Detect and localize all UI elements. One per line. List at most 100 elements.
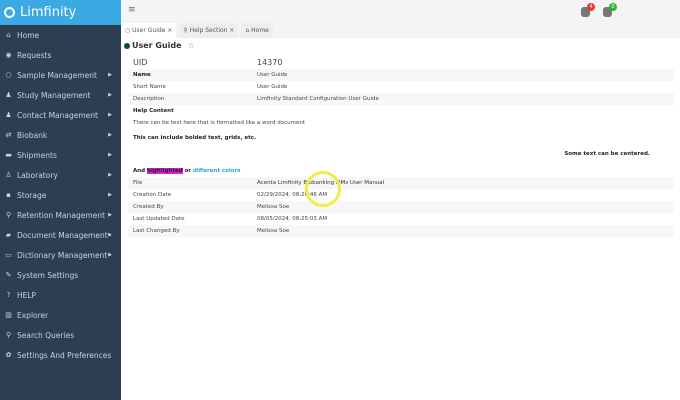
tab-label: Home [251,27,269,34]
field-value: Melissa Soe [257,204,290,210]
sidebar-item[interactable]: ⚲ Search Queries [0,325,121,345]
chevron-right-icon: ▶ [108,212,112,218]
field-value: Melissa Soe [257,228,290,234]
alerts-badge: 4 [587,3,595,11]
close-icon[interactable]: × [165,27,172,34]
field-value: User Guide [257,72,288,78]
search-icon: ⚲ [5,331,12,339]
tab-bar: ○ User Guide × ⚲ Help Section × ⌂ Home [121,23,680,38]
chevron-right-icon: ▶ [108,72,112,78]
requests-icon: ◉ [5,51,12,59]
dictionary-icon: ▭ [5,251,12,259]
alerts-icon[interactable]: 4 [581,3,595,17]
logo-ring-icon [4,7,15,18]
page-title: User Guide ☆ [124,41,195,50]
study-icon: ♟ [5,91,12,99]
folder-icon: ▰ [5,231,12,239]
text-and: And [133,168,146,174]
circle-icon: ○ [125,27,133,34]
chevron-right-icon: ▶ [108,232,112,238]
sidebar-item[interactable]: ▬ Shipments ▶ [0,145,121,165]
star-icon[interactable]: ☆ [188,41,195,50]
truck-icon: ▬ [5,151,12,159]
field-row: Created By Melissa Soe [128,201,674,213]
sidebar-item-label: Requests [17,50,52,60]
help-text-line: There can be text here that is formatted… [133,120,306,126]
sidebar-item[interactable]: ▪ Storage ▶ [0,185,121,205]
hamburger-menu-icon[interactable]: ≡ [128,5,136,15]
field-row: Name User Guide [128,69,674,81]
help-content-label: Help Content [133,108,174,114]
sidebar-item-label: Storage [17,190,47,200]
field-label: Description [133,96,165,102]
chevron-right-icon: ▶ [108,112,112,118]
field-label: Created By [133,204,164,210]
circle-icon: ○ [5,71,12,79]
chevron-right-icon: ▶ [108,192,112,198]
sidebar-item[interactable]: ♟ Study Management ▶ [0,85,121,105]
sidebar-item[interactable]: ✿ Settings And Preferences [0,345,121,365]
sidebar-item[interactable]: ▥ Explorer [0,305,121,325]
sidebar-item-label: Explorer [17,310,49,320]
sidebar-item[interactable]: ✎ System Settings [0,265,121,285]
sidebar-item-label: Shipments [17,150,57,160]
chevron-right-icon: ▶ [108,252,112,258]
sidebar-item-label: Study Management [17,90,91,100]
tab-help-section[interactable]: ⚲ Help Section × [179,23,239,38]
sidebar-item[interactable]: ♙ Laboratory ▶ [0,165,121,185]
text-highlighted: highlighted [147,168,183,174]
field-label: Short Name [133,84,166,90]
close-icon[interactable]: × [228,27,234,34]
sidebar-item-label: Home [17,30,40,40]
sidebar-item-label: Document Management [17,230,108,240]
sidebar-item-label: Laboratory [17,170,58,180]
sidebar-item[interactable]: ⚲ Retention Management ▶ [0,205,121,225]
sidebar-item[interactable]: ⌂ Home [0,25,121,45]
tab-user-guide[interactable]: ○ User Guide × [121,23,177,38]
status-dot-icon [124,42,130,49]
page-title-text: User Guide [132,41,182,50]
text-colored: different colors [192,168,241,174]
storage-icon: ▪ [6,191,11,199]
field-row: Creation Date 02/29/2024, 08:20:46 AM [128,189,674,201]
sidebar-item[interactable]: ▰ Document Management ▶ [0,225,121,245]
sidebar-item[interactable]: ▭ Dictionary Management ▶ [0,245,121,265]
detail-panel: UID 14370 Name User Guide Short Name User Gu… [128,56,674,237]
text-or: or [184,168,192,174]
field-row: Description Limfinity Standard Configurat… [128,93,674,105]
field-value: 14370 [257,58,283,67]
sidebar-item-label: Search Queries [17,330,75,340]
tab-home[interactable]: ⌂ Home [241,23,273,38]
home-icon: ⌂ [6,31,11,39]
sidebar-item-label: Biobank [17,130,48,140]
sidebar-item[interactable]: ◉ Requests [0,45,121,65]
sidebar: Limfinity ⌂ Home ◉ Requests ○ Sample Manageme… [0,0,121,400]
field-value: User Guide [257,84,288,90]
field-label: UID [133,58,148,67]
biobank-icon: ⇄ [5,131,12,139]
field-label: Creation Date [133,192,172,198]
field-row: Last Updated Date 08/05/2024, 08:25:03 AM [128,213,674,225]
tasks-icon[interactable]: 0 [603,3,617,17]
sidebar-item-label: Settings And Preferences [17,350,112,360]
gear-icon: ✿ [5,351,12,359]
tab-label: User Guide [132,27,166,34]
field-row: File Acenta Limfinity Biobanking LIMs Use… [128,177,674,189]
cursor-highlight [305,171,341,207]
app-logo[interactable]: Limfinity [0,0,121,25]
user-icon: ♟ [5,111,12,119]
chevron-right-icon: ▶ [108,172,112,178]
chevron-right-icon: ▶ [108,92,112,98]
help-text-centered: Some text can be centered. [564,150,650,157]
help-text-bold: This can include bolded text, grids, etc… [133,134,257,141]
sidebar-item[interactable]: ⇄ Biobank ▶ [0,125,121,145]
sidebar-item[interactable]: ? HELP [0,285,121,305]
sidebar-item[interactable]: ○ Sample Management ▶ [0,65,121,85]
field-row: Short Name User Guide [128,81,674,93]
chevron-right-icon: ▶ [108,132,112,138]
sidebar-item[interactable]: ♟ Contact Management ▶ [0,105,121,125]
wrench-icon: ✎ [5,271,12,279]
field-row-uid: UID 14370 [128,56,674,69]
tab-label: Help Section [189,27,228,34]
help-text-colors: And highlighted or different colors [128,161,674,177]
